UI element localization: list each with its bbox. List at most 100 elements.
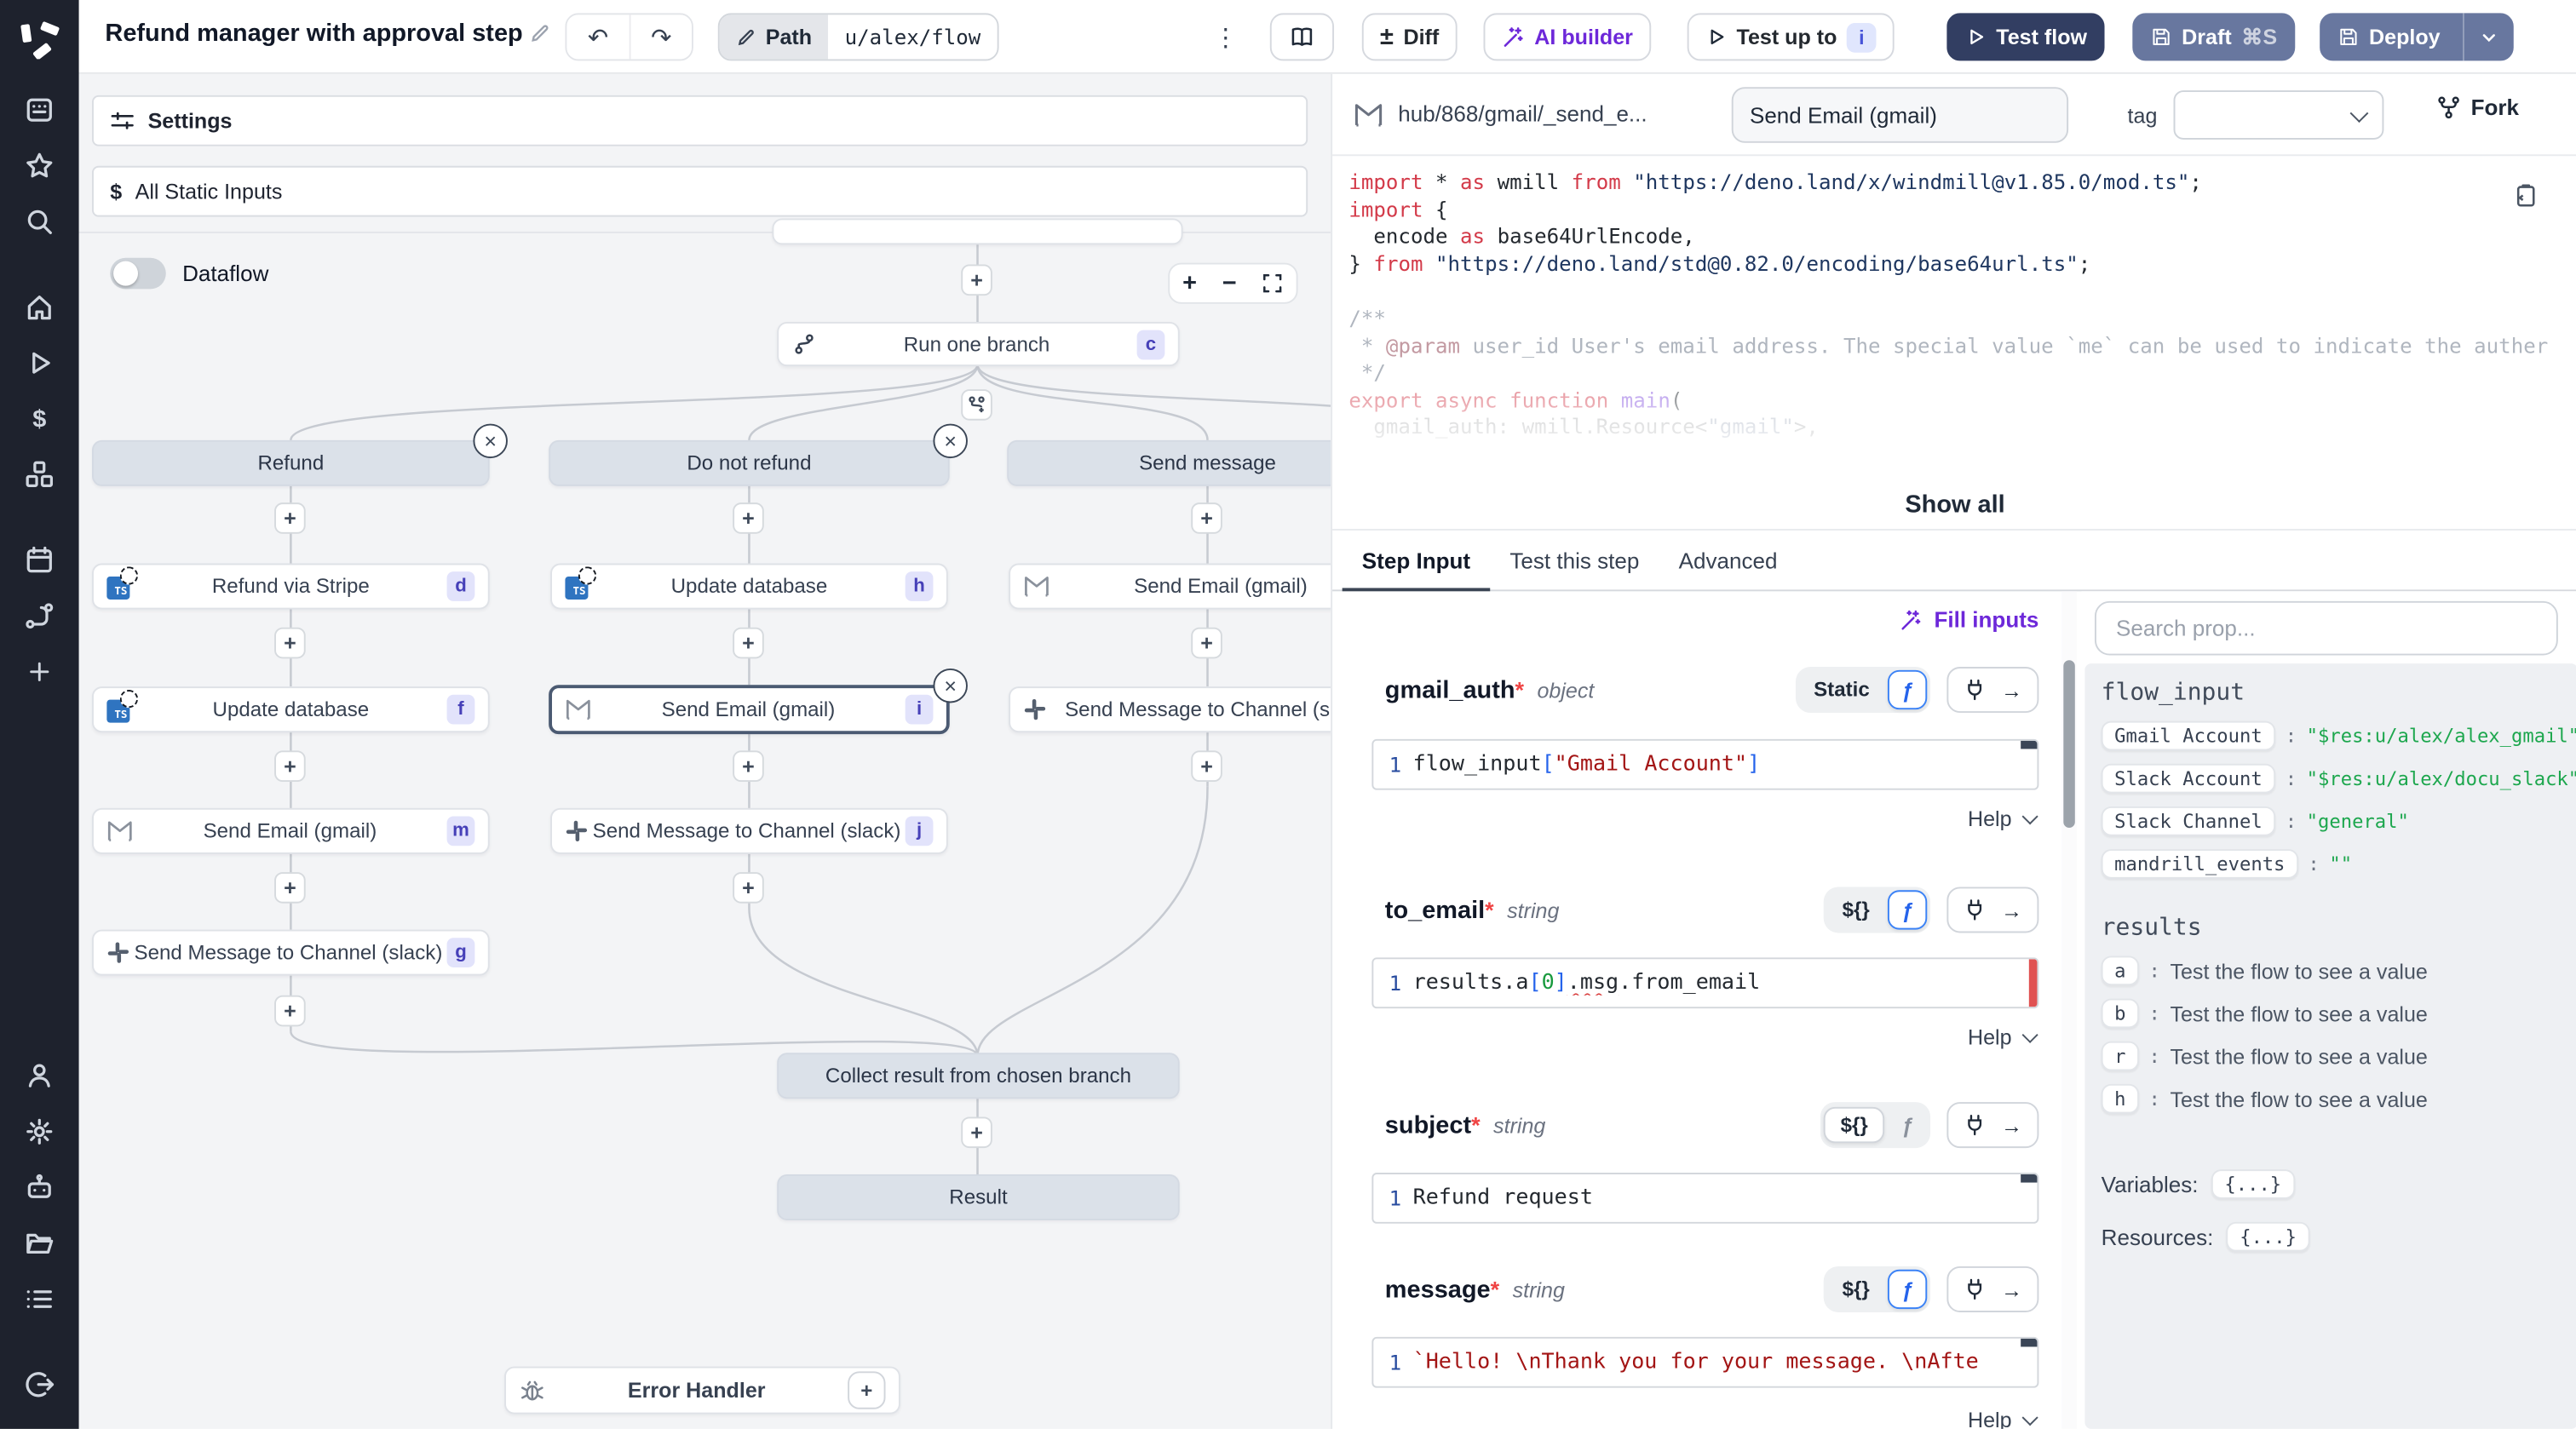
result-node[interactable]: Result xyxy=(777,1174,1180,1220)
sidebar-item-collapse[interactable] xyxy=(10,1357,69,1413)
flow-input-entry[interactable]: Gmail Account : "$res:u/alex/alex_gmail" xyxy=(2101,720,2576,751)
remove-branch-button[interactable]: × xyxy=(473,423,508,459)
step-node-send-email[interactable]: Send Email (gmail) m xyxy=(92,807,490,854)
insert-step-button[interactable]: + xyxy=(274,627,306,659)
arrow-right-icon[interactable]: → xyxy=(2001,898,2022,922)
template-mode-button[interactable]: ${} xyxy=(1827,893,1884,927)
flow-input-entry[interactable]: mandrill_events : "" xyxy=(2101,849,2562,879)
zoom-in-button[interactable]: + xyxy=(1182,269,1197,297)
step-node-send-slack-message[interactable]: Send Message to Channel (slack) xyxy=(1009,686,1331,733)
sidebar-item-favorites[interactable] xyxy=(10,138,69,194)
diff-button[interactable]: ± Diff xyxy=(1361,13,1458,61)
flow-input-node-partial[interactable] xyxy=(772,218,1183,245)
branch-header-refund[interactable]: Refund xyxy=(92,439,490,486)
more-options-button[interactable]: ⋮ xyxy=(1208,13,1244,60)
variables-row[interactable]: Variables: {...} xyxy=(2102,1169,2562,1199)
help-toggle[interactable]: Help xyxy=(1968,806,2038,831)
plug-icon[interactable] xyxy=(1964,1277,1987,1300)
docs-button[interactable] xyxy=(1269,13,1335,61)
collect-result-node[interactable]: Collect result from chosen branch xyxy=(777,1053,1180,1099)
result-entry[interactable]: h : Test the flow to see a value xyxy=(2101,1083,2562,1114)
branch-header-do-not-refund[interactable]: Do not refund xyxy=(549,439,950,486)
tab-test-this-step[interactable]: Test this step xyxy=(1490,531,1659,589)
step-node-refund-via-stripe[interactable]: TS Refund via Stripe d xyxy=(92,563,490,610)
insert-step-button[interactable]: + xyxy=(1191,502,1222,534)
expr-editor-to-email[interactable]: 1 results.a[0].msg.from_email xyxy=(1371,957,2039,1009)
step-node-send-slack-message[interactable]: Send Message to Channel (slack) j xyxy=(550,807,948,854)
sidebar-item-home[interactable] xyxy=(10,279,69,336)
show-all-button[interactable]: Show all xyxy=(1332,491,2576,519)
result-entry[interactable]: a : Test the flow to see a value xyxy=(2101,956,2562,986)
step-name-input[interactable] xyxy=(1731,87,2069,143)
sidebar-item-schedules[interactable] xyxy=(10,532,69,588)
insert-step-button[interactable]: + xyxy=(733,627,764,659)
insert-step-button[interactable]: + xyxy=(274,502,306,534)
flow-input-title[interactable]: flow_input xyxy=(2102,680,2562,706)
arrow-right-icon[interactable]: → xyxy=(2001,678,2022,703)
expr-editor-message[interactable]: 1 `Hello! \nThank you for your message. … xyxy=(1371,1336,2039,1388)
tab-step-input[interactable]: Step Input xyxy=(1342,531,1491,592)
flow-input-entry[interactable]: Slack Account : "$res:u/alex/docu_slack" xyxy=(2101,763,2576,794)
results-title[interactable]: results xyxy=(2102,915,2562,941)
sidebar-item-user[interactable] xyxy=(10,1047,69,1104)
remove-branch-button[interactable]: × xyxy=(933,423,968,459)
ai-builder-button[interactable]: AI builder xyxy=(1483,13,1652,61)
sidebar-item-resources[interactable] xyxy=(10,447,69,503)
run-one-branch-node[interactable]: Run one branch c xyxy=(777,322,1180,367)
sidebar-item-variables[interactable]: $ xyxy=(10,391,69,447)
path-edit-button[interactable]: Path xyxy=(719,14,829,60)
error-handler-node[interactable]: Error Handler + xyxy=(504,1366,900,1415)
help-toggle[interactable]: Help xyxy=(1968,1408,2038,1429)
sidebar-item-routes[interactable] xyxy=(10,588,69,644)
plug-icon[interactable] xyxy=(1964,1114,1987,1137)
insert-step-button[interactable]: + xyxy=(733,750,764,783)
step-node-update-database[interactable]: TS Update database h xyxy=(550,563,948,610)
sidebar-item-workers[interactable] xyxy=(10,1160,69,1216)
insert-step-button[interactable]: + xyxy=(733,872,764,904)
search-prop-input[interactable] xyxy=(2094,600,2558,656)
path-group[interactable]: Path u/alex/flow xyxy=(717,13,999,61)
remove-step-button[interactable]: × xyxy=(933,668,968,703)
insert-step-button[interactable]: + xyxy=(961,1116,992,1149)
scrollbar-thumb[interactable] xyxy=(2063,660,2075,829)
help-toggle[interactable]: Help xyxy=(1968,1024,2038,1049)
resources-row[interactable]: Resources: {...} xyxy=(2102,1221,2562,1252)
insert-step-button[interactable]: + xyxy=(961,264,992,296)
insert-step-button[interactable]: + xyxy=(733,502,764,534)
copy-code-button[interactable] xyxy=(2514,182,2539,209)
javascript-mode-button[interactable]: ƒ xyxy=(1887,890,1928,930)
sidebar-item-audit-logs[interactable] xyxy=(10,1271,69,1328)
add-error-handler-button[interactable]: + xyxy=(848,1371,886,1409)
code-editor[interactable]: import * as wmill from "https://deno.lan… xyxy=(1332,156,2576,530)
fit-view-button[interactable] xyxy=(1262,273,1284,294)
sidebar-item-folders[interactable] xyxy=(10,1215,69,1271)
javascript-mode-button[interactable]: ƒ xyxy=(1887,1269,1928,1310)
template-mode-button[interactable]: ${} xyxy=(1824,1106,1885,1144)
result-entry[interactable]: b : Test the flow to see a value xyxy=(2101,998,2562,1029)
plug-icon[interactable] xyxy=(1964,898,1987,921)
insert-step-button[interactable]: + xyxy=(274,872,306,904)
deploy-button[interactable]: Deploy xyxy=(2320,13,2515,61)
javascript-mode-button[interactable]: ƒ xyxy=(1888,1105,1927,1145)
javascript-mode-button[interactable]: ƒ xyxy=(1887,669,1928,710)
edit-title-pencil-icon[interactable] xyxy=(529,23,550,44)
plug-icon[interactable] xyxy=(1964,679,1987,702)
static-mode-button[interactable]: Static xyxy=(1799,674,1884,707)
sidebar-item-runs[interactable] xyxy=(10,335,69,391)
template-mode-button[interactable]: ${} xyxy=(1827,1273,1884,1306)
insert-step-button[interactable]: + xyxy=(274,995,306,1027)
save-draft-button[interactable]: Draft ⌘S xyxy=(2132,13,2296,61)
add-branch-button[interactable] xyxy=(961,389,992,421)
step-node-send-email-selected[interactable]: Send Email (gmail) i xyxy=(549,685,950,735)
fork-button[interactable]: Fork xyxy=(2436,95,2519,120)
fill-inputs-button[interactable]: Fill inputs xyxy=(1900,608,2038,633)
undo-button[interactable]: ↶ xyxy=(566,14,630,60)
tag-select[interactable] xyxy=(2173,90,2384,140)
tab-advanced[interactable]: Advanced xyxy=(1659,531,1797,589)
redo-button[interactable]: ↷ xyxy=(629,14,692,60)
zoom-out-button[interactable]: − xyxy=(1222,269,1237,297)
step-node-send-email[interactable]: Send Email (gmail) xyxy=(1009,563,1331,610)
hub-script-path[interactable]: hub/868/gmail/_send_e... xyxy=(1398,102,1647,127)
step-node-send-slack-message[interactable]: Send Message to Channel (slack) g xyxy=(92,929,490,976)
insert-step-button[interactable]: + xyxy=(1191,750,1222,783)
